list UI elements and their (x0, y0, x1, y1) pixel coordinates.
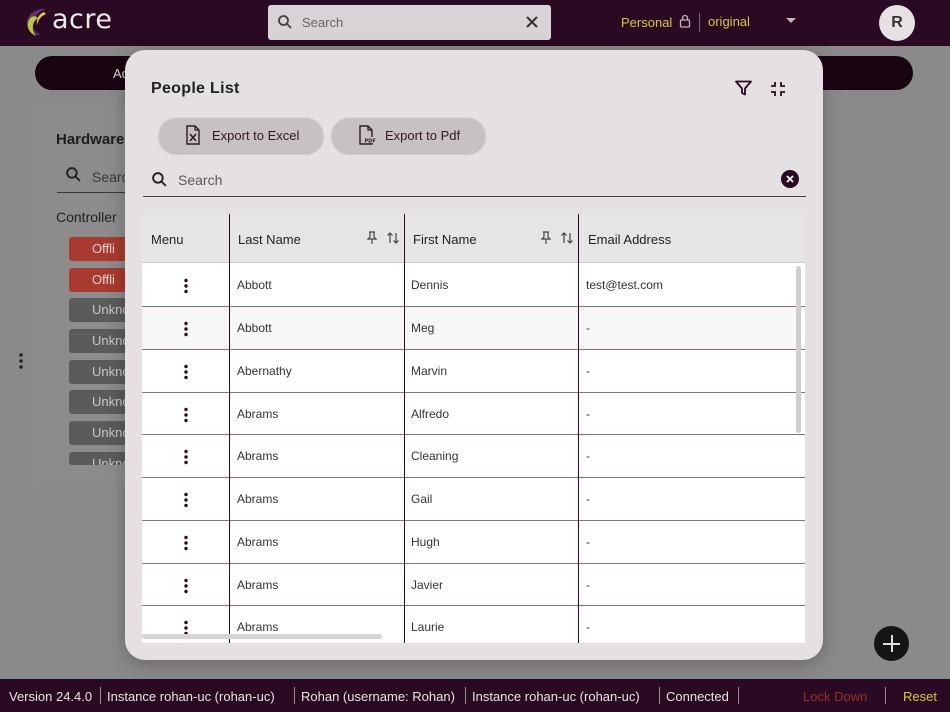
people-list-dialog: People List Export to Excel PDF Export t… (125, 50, 823, 660)
instance-text: Instance rohan-uc (rohan-uc) (107, 689, 275, 704)
chevron-down-icon[interactable] (786, 18, 796, 23)
row-menu-icon[interactable] (183, 492, 189, 508)
version-text: Version 24.4.0 (9, 689, 93, 704)
cell-first-name: Marvin (411, 364, 448, 378)
cell-last-name: Abbott (237, 321, 272, 335)
table-row[interactable]: Abrams Gail - (142, 478, 798, 520)
table-row[interactable]: Abrams Alfredo - (142, 393, 798, 435)
logo-mark-icon (26, 8, 46, 36)
kebab-menu-icon[interactable] (18, 352, 24, 370)
lockdown-button[interactable]: Lock Down (803, 689, 867, 704)
close-icon[interactable] (522, 12, 542, 32)
row-menu-icon[interactable] (183, 364, 189, 380)
column-header-last-name[interactable]: Last Name (238, 232, 301, 247)
table-row[interactable]: Abrams Javier - (142, 564, 798, 606)
hardware-search-input[interactable]: Searc (92, 169, 129, 185)
search-icon (152, 172, 167, 187)
table-row[interactable]: Abbott Meg - (142, 307, 798, 349)
row-menu-icon[interactable] (183, 578, 189, 594)
reset-button[interactable]: Reset (903, 689, 937, 704)
cell-email: - (586, 449, 590, 463)
cell-last-name: Abrams (237, 578, 279, 592)
row-menu-icon[interactable] (183, 535, 189, 551)
cell-email: - (586, 364, 590, 378)
cell-last-name: Abrams (237, 535, 279, 549)
top-bar: acre Search Personal original R (0, 0, 950, 46)
pin-icon[interactable] (540, 231, 552, 245)
column-header-menu: Menu (151, 232, 184, 247)
table-row[interactable]: Abbott Dennis test@test.com (142, 264, 798, 306)
cell-email: - (586, 321, 590, 335)
search-icon (66, 167, 81, 182)
avatar[interactable]: R (879, 5, 915, 41)
hardware-title: Hardware (56, 131, 125, 148)
horizontal-scrollbar[interactable] (142, 634, 382, 639)
app-logo[interactable]: acre (24, 4, 124, 40)
cell-last-name: Abbott (237, 278, 272, 292)
export-pdf-button[interactable]: PDF Export to Pdf (332, 118, 485, 153)
export-excel-button[interactable]: Export to Excel (159, 118, 323, 153)
cell-last-name: Abernathy (237, 364, 292, 378)
instance-text-2: Instance rohan-uc (rohan-uc) (472, 689, 640, 704)
pin-icon[interactable] (366, 231, 378, 245)
user-text: Rohan (username: Rohan) (301, 689, 455, 704)
row-menu-icon[interactable] (183, 449, 189, 465)
table-row[interactable]: Abrams Hugh - (142, 521, 798, 563)
filter-icon[interactable] (735, 80, 752, 96)
connection-status: Connected (666, 689, 729, 704)
workspace-label[interactable]: Personal (621, 15, 672, 30)
cell-email: - (586, 407, 590, 421)
pdf-file-icon: PDF (359, 125, 376, 145)
svg-text:PDF: PDF (365, 138, 376, 144)
cell-first-name: Alfredo (411, 407, 450, 421)
row-menu-icon[interactable] (183, 407, 189, 423)
cell-first-name: Cleaning (411, 449, 459, 463)
cell-last-name: Abrams (237, 407, 279, 421)
cell-last-name: Abrams (237, 492, 279, 506)
cell-first-name: Hugh (411, 535, 440, 549)
global-search[interactable]: Search (268, 5, 551, 40)
cell-first-name: Dennis (411, 278, 449, 292)
sort-icon[interactable] (386, 231, 400, 245)
sort-icon[interactable] (560, 231, 574, 245)
cell-first-name: Laurie (411, 620, 445, 634)
people-table: Menu Last Name First Name Email Address … (142, 214, 805, 643)
people-search-input[interactable]: Search (143, 163, 806, 197)
table-row[interactable]: Abernathy Marvin - (142, 350, 798, 392)
logo-text: acre (52, 4, 113, 35)
cell-last-name: Abrams (237, 620, 279, 634)
collapse-icon[interactable] (770, 81, 786, 97)
cell-last-name: Abrams (237, 449, 279, 463)
cell-first-name: Gail (411, 492, 433, 506)
excel-file-icon (186, 125, 200, 145)
row-menu-icon[interactable] (183, 278, 189, 294)
vertical-scrollbar[interactable] (796, 266, 801, 433)
header-divider (699, 13, 700, 32)
cell-first-name: Javier (411, 578, 444, 592)
table-header: Menu Last Name First Name Email Address (142, 214, 805, 263)
cell-email: test@test.com (586, 278, 663, 292)
table-row[interactable]: Abrams Cleaning - (142, 435, 798, 477)
row-menu-icon[interactable] (183, 321, 189, 337)
cell-first-name: Meg (411, 321, 435, 335)
add-button[interactable] (874, 626, 909, 661)
lock-icon (679, 14, 691, 28)
global-search-placeholder[interactable]: Search (302, 15, 343, 30)
people-search-placeholder[interactable]: Search (178, 172, 222, 188)
controllers-label: Controller (56, 209, 117, 225)
clear-search-icon[interactable] (781, 170, 799, 188)
column-header-first-name[interactable]: First Name (413, 232, 477, 247)
status-footer: Version 24.4.0 Instance rohan-uc (rohan-… (0, 679, 950, 712)
view-selector[interactable]: original (708, 14, 750, 29)
cell-email: - (586, 578, 590, 592)
dialog-title: People List (151, 80, 240, 97)
cell-email: - (586, 492, 590, 506)
cell-email: - (586, 535, 590, 549)
search-icon (278, 15, 292, 29)
cell-email: - (586, 620, 590, 634)
column-header-email[interactable]: Email Address (588, 232, 671, 247)
